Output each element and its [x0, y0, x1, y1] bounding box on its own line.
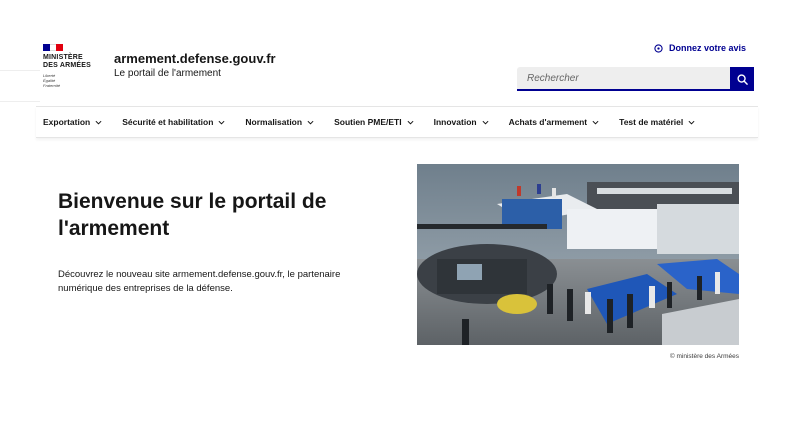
- logo-motto: Liberté Égalité Fraternité: [43, 73, 61, 88]
- search-bar: [517, 67, 754, 91]
- search-button[interactable]: [730, 67, 754, 91]
- main-navigation: Exportation Sécurité et habilitation Nor…: [36, 106, 758, 138]
- nav-item-innovation[interactable]: Innovation: [434, 117, 489, 127]
- nav-item-test-materiel[interactable]: Test de matériel: [619, 117, 695, 127]
- hero-title: Bienvenue sur le portail de l'armement: [58, 190, 327, 240]
- nav-item-normalisation[interactable]: Normalisation: [245, 117, 314, 127]
- search-icon: [736, 73, 748, 85]
- exhibition-photo: [417, 164, 739, 345]
- feedback-icon: [654, 43, 663, 53]
- page-background-strip: [0, 70, 40, 102]
- chevron-down-icon: [482, 120, 489, 125]
- logo-title: MINISTÈRE DES ARMÉES: [43, 54, 92, 69]
- site-tagline: Le portail de l'armement: [114, 68, 221, 79]
- nav-item-securite[interactable]: Sécurité et habilitation: [122, 117, 225, 127]
- nav-item-exportation[interactable]: Exportation: [43, 117, 102, 127]
- chevron-down-icon: [218, 120, 225, 125]
- chevron-down-icon: [95, 120, 102, 125]
- feedback-label: Donnez votre avis: [668, 43, 746, 53]
- site-name[interactable]: armement.defense.gouv.fr: [114, 51, 276, 66]
- ministry-logo[interactable]: MINISTÈRE DES ARMÉES Liberté Égalité Fra…: [43, 44, 103, 88]
- site-header: MINISTÈRE DES ARMÉES Liberté Égalité Fra…: [36, 32, 758, 106]
- search-input[interactable]: [517, 67, 730, 91]
- chevron-down-icon: [592, 120, 599, 125]
- hero-image: [417, 164, 739, 345]
- chevron-down-icon: [307, 120, 314, 125]
- french-flag-icon: [43, 44, 64, 51]
- feedback-link[interactable]: Donnez votre avis: [654, 43, 746, 53]
- nav-item-soutien-pme[interactable]: Soutien PME/ETI: [334, 117, 414, 127]
- nav-item-achats[interactable]: Achats d'armement: [509, 117, 600, 127]
- hero-description: Découvrez le nouveau site armement.defen…: [58, 269, 341, 294]
- chevron-down-icon: [407, 120, 414, 125]
- image-caption: © ministère des Armées: [669, 353, 739, 360]
- chevron-down-icon: [688, 120, 695, 125]
